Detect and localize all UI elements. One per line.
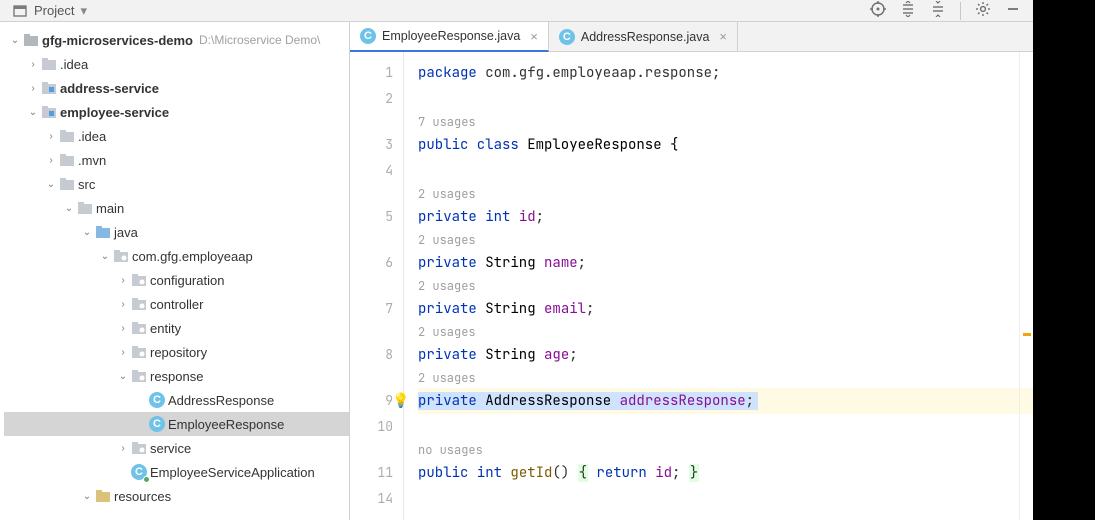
folder-icon <box>40 57 58 71</box>
tree-item-app-class[interactable]: CEmployeeServiceApplication <box>4 460 349 484</box>
gear-icon[interactable] <box>975 1 991 20</box>
bulb-icon[interactable]: 💡 <box>392 392 409 410</box>
usages-hint[interactable]: 2 usages <box>418 368 1033 388</box>
tree-item-controller[interactable]: ›controller <box>4 292 349 316</box>
code-content[interactable]: package com.gfg.employeaap.response; 7 u… <box>404 52 1033 520</box>
tree-item-configuration[interactable]: ›configuration <box>4 268 349 292</box>
usages-hint[interactable]: no usages <box>418 440 1033 460</box>
project-icon <box>12 3 28 19</box>
root-label: gfg-microservices-demo <box>42 33 193 48</box>
tree-item-main[interactable]: ⌄main <box>4 196 349 220</box>
tree-root[interactable]: ⌄ gfg-microservices-demo D:\Microservice D… <box>4 28 349 52</box>
class-icon: C <box>148 392 166 408</box>
tree-item-java[interactable]: ⌄java <box>4 220 349 244</box>
target-icon[interactable] <box>870 1 886 20</box>
usages-hint[interactable]: 2 usages <box>418 184 1033 204</box>
chevron-down-icon: ⌄ <box>26 107 40 118</box>
gutter: 1 2 3 4 5 6 7 8 9 10 11 14 <box>350 52 404 520</box>
close-icon[interactable]: × <box>719 29 727 44</box>
tree-item-emp-idea[interactable]: ›.idea <box>4 124 349 148</box>
project-label: Project <box>34 3 74 18</box>
module-folder-icon <box>40 81 58 95</box>
tree-item-src[interactable]: ⌄src <box>4 172 349 196</box>
class-icon: C <box>148 416 166 432</box>
project-tree-panel: ⌄ gfg-microservices-demo D:\Microservice D… <box>0 22 350 520</box>
code-editor[interactable]: 1 2 3 4 5 6 7 8 9 10 11 14 package com.g… <box>350 52 1033 520</box>
collapse-all-icon[interactable] <box>930 1 946 20</box>
folder-icon <box>22 33 40 47</box>
error-stripe[interactable] <box>1019 52 1033 520</box>
chevron-down-icon: ▾ <box>80 3 87 19</box>
separator <box>960 2 961 20</box>
class-icon: C <box>360 28 376 44</box>
root-path: D:\Microservice Demo\ <box>199 33 320 47</box>
tree-item-service[interactable]: ›service <box>4 436 349 460</box>
warning-mark[interactable] <box>1023 333 1031 336</box>
class-icon: C <box>559 29 575 45</box>
project-dropdown[interactable]: Project ▾ <box>12 3 87 19</box>
tree-item-package[interactable]: ⌄com.gfg.employeaap <box>4 244 349 268</box>
tree-item-address-response[interactable]: CAddressResponse <box>4 388 349 412</box>
usages-hint[interactable]: 2 usages <box>418 230 1033 250</box>
module-folder-icon <box>40 105 58 119</box>
tree-item-employee-response[interactable]: CEmployeeResponse <box>4 412 349 436</box>
close-icon[interactable]: × <box>530 29 538 44</box>
tree-item-emp-mvn[interactable]: ›.mvn <box>4 148 349 172</box>
tree-item-resources[interactable]: ⌄resources <box>4 484 349 508</box>
tab-employee-response[interactable]: CEmployeeResponse.java× <box>350 22 549 52</box>
expand-all-icon[interactable] <box>900 1 916 20</box>
black-margin <box>1033 0 1095 520</box>
tree-item-employee-service[interactable]: ⌄employee-service <box>4 100 349 124</box>
resources-folder-icon <box>94 489 112 503</box>
editor-tabs: CEmployeeResponse.java× CAddressResponse… <box>350 22 1033 52</box>
runnable-class-icon: C <box>130 464 148 480</box>
package-icon <box>112 249 130 263</box>
tree-item-response[interactable]: ⌄response <box>4 364 349 388</box>
tree-item-address-service[interactable]: ›address-service <box>4 76 349 100</box>
tree-item-repository[interactable]: ›repository <box>4 340 349 364</box>
usages-hint[interactable]: 7 usages <box>418 112 1033 132</box>
project-toolbar: Project ▾ <box>0 0 1033 22</box>
minimize-icon[interactable] <box>1005 1 1021 20</box>
chevron-down-icon: ⌄ <box>8 35 22 46</box>
usages-hint[interactable]: 2 usages <box>418 322 1033 342</box>
tree-item-idea[interactable]: ›.idea <box>4 52 349 76</box>
chevron-right-icon: › <box>26 83 40 94</box>
usages-hint[interactable]: 2 usages <box>418 276 1033 296</box>
chevron-right-icon: › <box>26 59 40 70</box>
tab-address-response[interactable]: CAddressResponse.java× <box>549 22 738 51</box>
source-folder-icon <box>94 225 112 239</box>
tree-item-entity[interactable]: ›entity <box>4 316 349 340</box>
